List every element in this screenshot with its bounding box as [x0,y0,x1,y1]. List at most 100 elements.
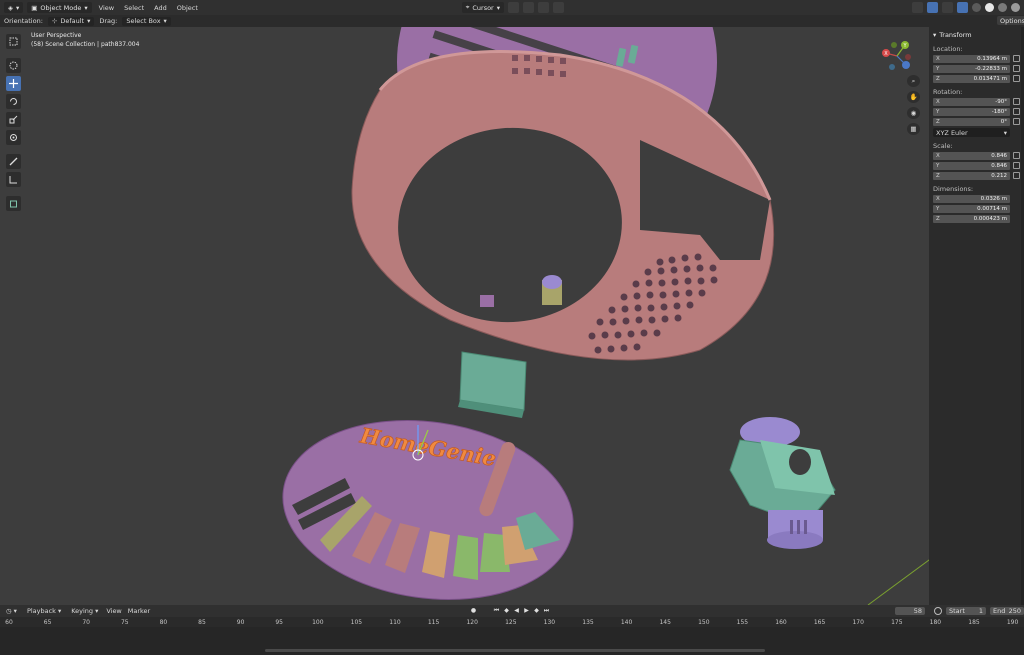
shading-wireframe-button[interactable] [972,3,981,12]
timeline-ruler[interactable]: 60 65 70 75 80 85 90 95 100 105 110 115 120 125 130 135… [0,617,1024,627]
neg-x-axis-handle[interactable] [905,54,911,60]
lock-icon[interactable] [1013,65,1020,72]
dimensions-y-field[interactable]: Y 0.00714 m [933,204,1010,213]
move-tool[interactable] [6,76,21,91]
visibility-dropdown[interactable] [912,2,923,13]
teal-block-part[interactable] [458,351,527,418]
playback-menu[interactable]: Playback ▾ [25,607,63,615]
start-frame-field[interactable]: Start 1 [946,607,986,615]
neg-z-axis-handle[interactable] [889,64,895,70]
menu-view[interactable]: View [96,4,117,12]
chevron-down-icon: ▾ [13,607,17,615]
editor-type-button[interactable]: ◈ ▾ [4,2,24,13]
menu-add[interactable]: Add [151,4,170,12]
snap-toggle[interactable] [508,2,519,13]
prev-keyframe-icon[interactable]: ◆ [503,607,510,614]
end-frame-field[interactable]: End 250 [990,607,1024,615]
jump-end-icon[interactable]: ⏭ [543,607,550,614]
next-keyframe-icon[interactable]: ◆ [533,607,540,614]
transform-header[interactable]: ▾ Transform [933,30,1020,40]
axis-label: Z [936,172,940,179]
ortho-toggle-button[interactable]: ▦ [907,123,920,135]
rotate-tool[interactable] [6,94,21,109]
orientation-dropdown[interactable]: ⊹ Default ▾ [47,16,95,26]
keying-label: Keying [71,607,94,615]
move-icon [9,79,18,88]
falloff-dropdown[interactable] [553,2,564,13]
3d-viewport[interactable]: HomeGenie User Perspective (58) Scene Co… [0,27,1024,605]
object-mode-icon: ▣ [31,3,38,12]
camera-view-button[interactable]: ◉ [907,107,920,119]
shading-rendered-button[interactable] [1011,3,1020,12]
lock-icon[interactable] [1013,118,1020,125]
field-value: 0.000423 m [973,215,1007,222]
shading-solid-button[interactable] [985,3,994,12]
ruler-tick-label: 65 [43,619,52,626]
rotation-z-field[interactable]: Z 0° [933,117,1010,126]
mode-dropdown[interactable]: ▣ Object Mode ▾ [27,2,92,13]
x-axis-label: X [884,51,888,57]
scale-y-field[interactable]: Y 0.846 [933,161,1010,170]
snap-target-dropdown[interactable] [523,2,534,13]
rotation-y-field[interactable]: Y -180° [933,107,1010,116]
zoom-button[interactable]: ⌕ [907,75,920,87]
shading-material-button[interactable] [998,3,1007,12]
neg-y-axis-handle[interactable] [891,42,897,48]
cursor-tool[interactable] [6,58,21,73]
base-disk-part[interactable]: HomeGenie [271,403,585,605]
rotation-x-field[interactable]: X -90° [933,97,1010,106]
timeline-view-menu[interactable]: View [106,607,121,615]
drag-dropdown[interactable]: Select Box ▾ [122,16,171,26]
scale-x-field[interactable]: X 0.846 [933,151,1010,160]
lock-icon[interactable] [1013,75,1020,82]
play-reverse-icon[interactable]: ◀ [513,607,520,614]
keying-menu[interactable]: Keying ▾ [69,607,100,615]
pan-button[interactable]: ✋ [907,91,920,103]
lock-icon[interactable] [1013,172,1020,179]
navigation-gizmo[interactable]: X Y [880,39,914,73]
location-x-field[interactable]: X 0.13964 m [933,54,1010,63]
field-value: -90° [995,98,1007,105]
dimensions-x-field[interactable]: X 0.0326 m [933,194,1010,203]
gizmo-toggle[interactable] [927,2,938,13]
menu-object[interactable]: Object [174,4,201,12]
lock-icon[interactable] [1013,152,1020,159]
xray-toggle[interactable] [957,2,968,13]
ruler-tick-label: 185 [968,619,980,626]
timeline-area[interactable] [0,627,1024,655]
select-box-tool[interactable] [6,34,21,49]
jump-start-icon[interactable]: ⏮ [493,607,500,614]
z-axis-handle[interactable] [902,61,910,69]
measure-tool[interactable] [6,172,21,187]
lock-icon[interactable] [1013,55,1020,62]
ruler-tick-label: 170 [852,619,864,626]
record-button[interactable]: ● [470,607,477,614]
rotation-mode-dropdown[interactable]: XYZ Euler ▾ [933,128,1010,137]
transform-tool[interactable] [6,130,21,145]
clamp-assembly-part[interactable] [729,417,836,549]
timeline-editor-type[interactable]: ◷ ▾ [4,607,19,615]
scale-tool[interactable] [6,112,21,127]
pivot-dropdown[interactable]: ⌖ Cursor ▾ [461,2,504,13]
annotate-tool[interactable] [6,154,21,169]
scale-z-field[interactable]: Z 0.212 [933,171,1010,180]
location-y-field[interactable]: Y -0.22833 m [933,64,1010,73]
editor-type-icon: ◈ [8,3,13,12]
overlays-toggle[interactable] [942,2,953,13]
menu-select[interactable]: Select [121,4,147,12]
dimensions-z-field[interactable]: Z 0.000423 m [933,214,1010,223]
options-button[interactable]: Options [997,16,1024,25]
add-cube-tool[interactable] [6,196,21,211]
play-icon[interactable]: ▶ [523,607,530,614]
proportional-edit-toggle[interactable] [538,2,549,13]
lock-icon[interactable] [1013,98,1020,105]
location-z-field[interactable]: Z 0.013471 m [933,74,1010,83]
timeline-marker-menu[interactable]: Marker [128,607,150,615]
ruler-tick-label: 100 [312,619,324,626]
small-cylinder-part[interactable] [542,275,562,305]
lock-icon[interactable] [1013,108,1020,115]
lock-icon[interactable] [1013,162,1020,169]
current-frame-field[interactable]: 58 [895,607,925,615]
timeline-scrollbar[interactable] [265,649,765,652]
frame-rate-clock-icon[interactable] [934,607,942,615]
